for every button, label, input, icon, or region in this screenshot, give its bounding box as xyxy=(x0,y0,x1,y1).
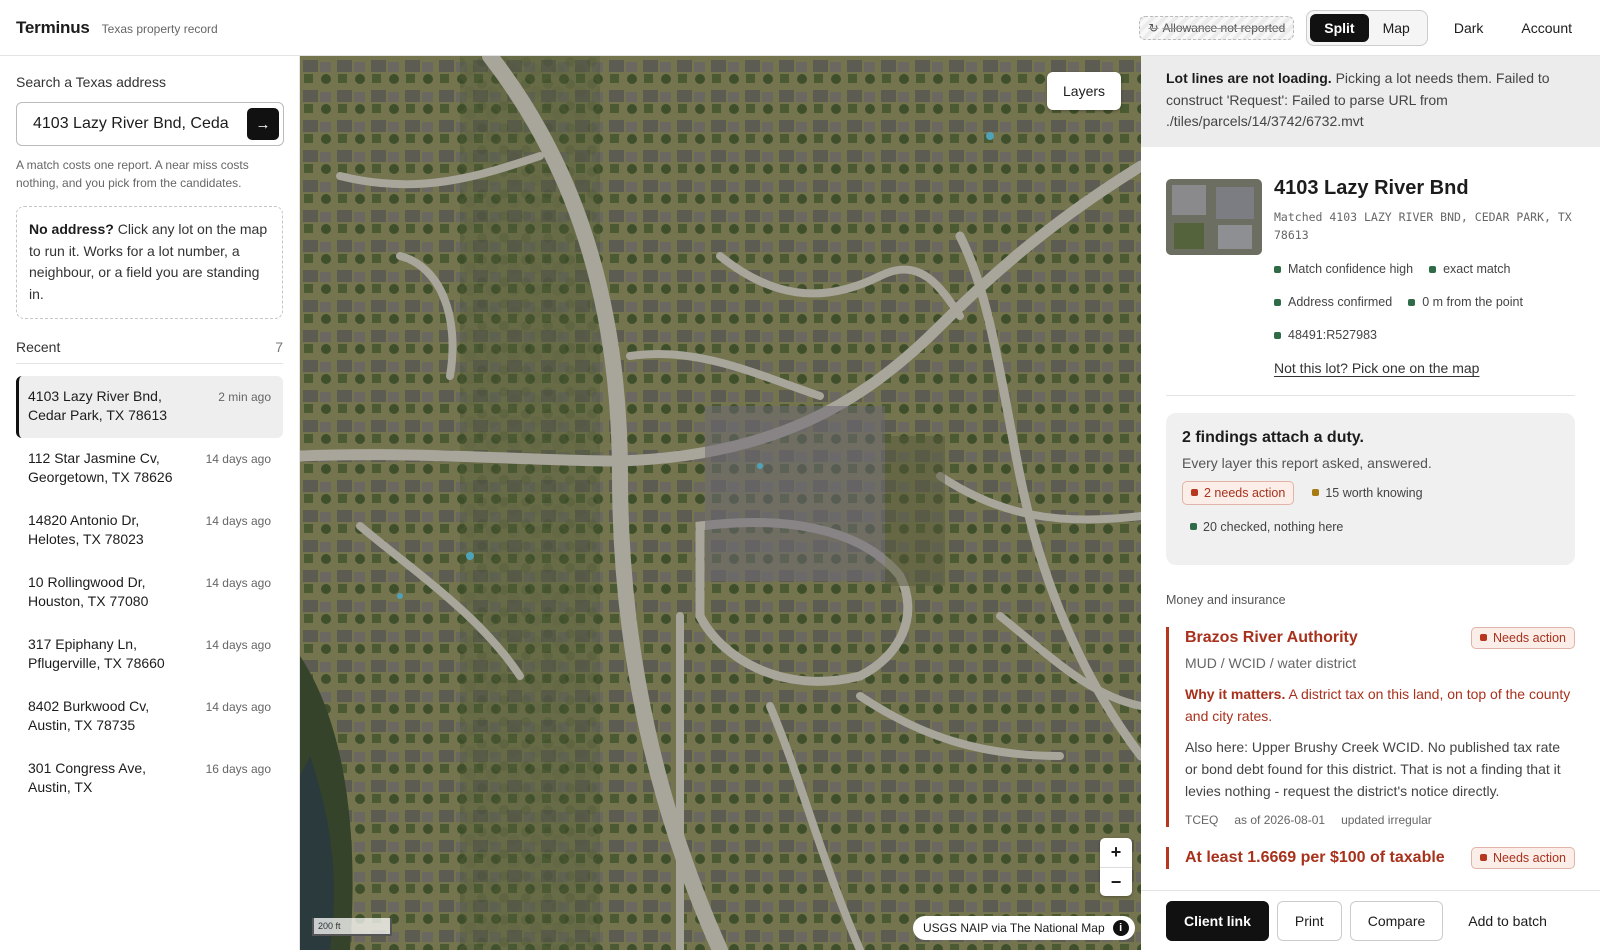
alert-title: Lot lines are not loading. xyxy=(1166,70,1332,86)
no-address-hint: No address? Click any lot on the map to … xyxy=(16,206,283,319)
recent-count: 7 xyxy=(275,338,283,355)
map-view[interactable]: Layers + − 200 ft USGS NAIP via The Nati… xyxy=(300,56,1141,950)
recent-label: Recent xyxy=(16,338,61,355)
recent-item[interactable]: 301 Congress Ave, Austin, TX 16 days ago xyxy=(16,748,283,810)
compare-button[interactable]: Compare xyxy=(1349,900,1444,941)
needs-action-chip[interactable]: 2 needs action xyxy=(1182,480,1295,505)
dark-mode-button[interactable]: Dark xyxy=(1442,14,1496,42)
recent-address: 4103 Lazy River Bnd, Cedar Park, TX 7861… xyxy=(28,387,168,423)
section-label: Money and insurance xyxy=(1166,592,1286,607)
match-chip: 48491:R527983 xyxy=(1274,319,1377,352)
recent-time: 2 min ago xyxy=(218,389,271,404)
recent-header: Recent 7 xyxy=(16,339,283,364)
property-summary: 4103 Lazy River Bnd Matched 4103 LAZY RI… xyxy=(1141,147,1600,378)
recent-address: 301 Congress Ave, Austin, TX xyxy=(28,759,147,795)
finding-source: TCEQ xyxy=(1185,812,1219,827)
no-address-title: No address? xyxy=(29,221,114,237)
search-go-button[interactable]: → xyxy=(247,108,279,140)
lot-lines-alert: Lot lines are not loading. Picking a lot… xyxy=(1141,56,1600,148)
recent-time: 14 days ago xyxy=(205,575,271,590)
account-button[interactable]: Account xyxy=(1509,14,1584,42)
property-title: 4103 Lazy River Bnd xyxy=(1274,177,1469,200)
recent-address: 112 Star Jasmine Cv, Georgetown, TX 7862… xyxy=(28,449,173,485)
finding-card: At least 1.6669 per $100 of taxable Need… xyxy=(1166,846,1575,869)
client-link-button[interactable]: Client link xyxy=(1166,900,1269,941)
recent-time: 16 days ago xyxy=(205,761,271,776)
recent-item[interactable]: 4103 Lazy River Bnd, Cedar Park, TX 7861… xyxy=(16,375,283,438)
finding-kind: MUD / WCID / water district xyxy=(1185,654,1357,671)
findings-chips: 2 needs action 15 worth knowing 20 check… xyxy=(1182,480,1559,549)
search-note: A match costs one report. A near miss co… xyxy=(16,158,249,190)
scale-bar: 200 ft xyxy=(312,918,392,936)
app-subtitle: Texas property record xyxy=(101,21,218,36)
refresh-icon: ↻ xyxy=(1148,20,1159,35)
recent-list: 4103 Lazy River Bnd, Cedar Park, TX 7861… xyxy=(16,375,283,810)
split-view-button[interactable]: Split xyxy=(1310,13,1369,42)
divider xyxy=(1166,394,1575,396)
recent-time: 14 days ago xyxy=(205,451,271,466)
recent-address: 14820 Antonio Dr, Helotes, TX 78023 xyxy=(28,511,144,547)
zoom-out-button[interactable]: − xyxy=(1100,867,1132,896)
finding-as-of: as of 2026-08-01 xyxy=(1234,812,1326,827)
finding-updated: updated irregular xyxy=(1341,812,1432,827)
zoom-controls: + − xyxy=(1100,838,1132,896)
finding-header: At least 1.6669 per $100 of taxable Need… xyxy=(1185,846,1575,869)
top-bar: Terminus Texas property record ↻ Allowan… xyxy=(0,0,1600,56)
findings-summary: 2 findings attach a duty. Every layer th… xyxy=(1166,412,1575,565)
recent-address: 8402 Burkwood Cv, Austin, TX 78735 xyxy=(28,697,150,733)
needs-action-badge: Needs action xyxy=(1471,846,1575,869)
search-label: Search a Texas address xyxy=(16,74,166,90)
sidebar: Search a Texas address → A match costs o… xyxy=(0,56,300,950)
finding-why: Why it matters. A district tax on this l… xyxy=(1185,685,1571,725)
allowance-badge: ↻ Allowance not reported xyxy=(1139,15,1295,40)
findings-subtitle: Every layer this report asked, answered. xyxy=(1182,454,1432,471)
match-chip: exact match xyxy=(1429,253,1510,286)
attribution-text: USGS NAIP via The National Map xyxy=(923,921,1105,935)
recent-item[interactable]: 10 Rollingwood Dr, Houston, TX 77080 14 … xyxy=(16,562,283,624)
finding-also: Also here: Upper Brushy Creek WCID. No p… xyxy=(1185,738,1561,800)
address-search-input[interactable] xyxy=(33,115,247,133)
finding-card: Brazos River Authority Needs action MUD … xyxy=(1166,626,1575,827)
matched-address: Matched 4103 LAZY RIVER BND, CEDAR PARK,… xyxy=(1274,210,1572,243)
property-info: 4103 Lazy River Bnd Matched 4103 LAZY RI… xyxy=(1274,177,1574,378)
action-bar: Client link Print Compare Add to batch xyxy=(1141,890,1600,950)
not-this-lot-link[interactable]: Not this lot? Pick one on the map xyxy=(1274,360,1479,376)
info-icon[interactable]: i xyxy=(1112,920,1129,936)
recent-time: 14 days ago xyxy=(205,699,271,714)
search-box: → xyxy=(16,102,284,146)
recent-address: 317 Epiphany Ln, Pflugerville, TX 78660 xyxy=(28,635,165,671)
allowance-text: Allowance not reported xyxy=(1162,20,1286,35)
recent-item[interactable]: 14820 Antonio Dr, Helotes, TX 78023 14 d… xyxy=(16,500,283,562)
match-chip: 0 m from the point xyxy=(1408,286,1523,319)
match-chips: Match confidence high exact match Addres… xyxy=(1274,253,1574,352)
layers-button[interactable]: Layers xyxy=(1047,72,1122,110)
property-thumbnail xyxy=(1166,179,1262,256)
aerial-imagery[interactable] xyxy=(300,56,1141,950)
app-name[interactable]: Terminus xyxy=(16,18,90,38)
worth-knowing-chip[interactable]: 15 worth knowing xyxy=(1304,481,1430,505)
needs-action-badge: Needs action xyxy=(1471,626,1575,649)
match-chip: Address confirmed xyxy=(1274,286,1392,319)
view-toggle: Split Map xyxy=(1306,9,1428,46)
report-panel: Lot lines are not loading. Picking a lot… xyxy=(1141,56,1600,890)
recent-time: 14 days ago xyxy=(205,513,271,528)
finding-title[interactable]: Brazos River Authority xyxy=(1185,627,1358,649)
findings-title: 2 findings attach a duty. xyxy=(1182,428,1364,446)
recent-time: 14 days ago xyxy=(205,637,271,652)
recent-item[interactable]: 317 Epiphany Ln, Pflugerville, TX 78660 … xyxy=(16,624,283,686)
map-view-button[interactable]: Map xyxy=(1369,14,1424,42)
recent-item[interactable]: 112 Star Jasmine Cv, Georgetown, TX 7862… xyxy=(16,438,283,500)
map-attribution: USGS NAIP via The National Map i xyxy=(913,916,1135,940)
recent-address: 10 Rollingwood Dr, Houston, TX 77080 xyxy=(28,573,149,609)
finding-header: Brazos River Authority Needs action xyxy=(1185,626,1575,649)
match-chip: Match confidence high xyxy=(1274,253,1413,286)
recent-item[interactable]: 8402 Burkwood Cv, Austin, TX 78735 14 da… xyxy=(16,686,283,748)
finding-meta: TCEQ as of 2026-08-01 updated irregular xyxy=(1185,813,1575,827)
print-button[interactable]: Print xyxy=(1276,900,1342,941)
checked-chip[interactable]: 20 checked, nothing here xyxy=(1182,515,1351,539)
finding-title[interactable]: At least 1.6669 per $100 of taxable xyxy=(1185,847,1445,869)
add-to-batch-button[interactable]: Add to batch xyxy=(1451,901,1564,941)
zoom-in-button[interactable]: + xyxy=(1100,838,1132,867)
